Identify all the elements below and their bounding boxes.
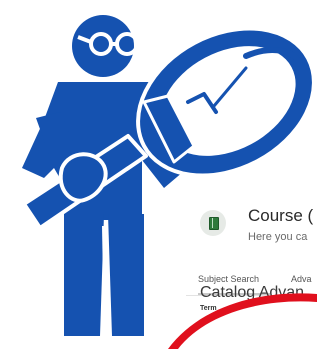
right-leg [108, 214, 144, 336]
illustration-canvas: Course ( Here you ca Subject Search Adva… [0, 0, 317, 349]
hand-drawn-arc [168, 293, 317, 349]
person-with-magnifier-icon [22, 15, 317, 349]
head [72, 15, 134, 77]
left-leg [64, 214, 104, 336]
